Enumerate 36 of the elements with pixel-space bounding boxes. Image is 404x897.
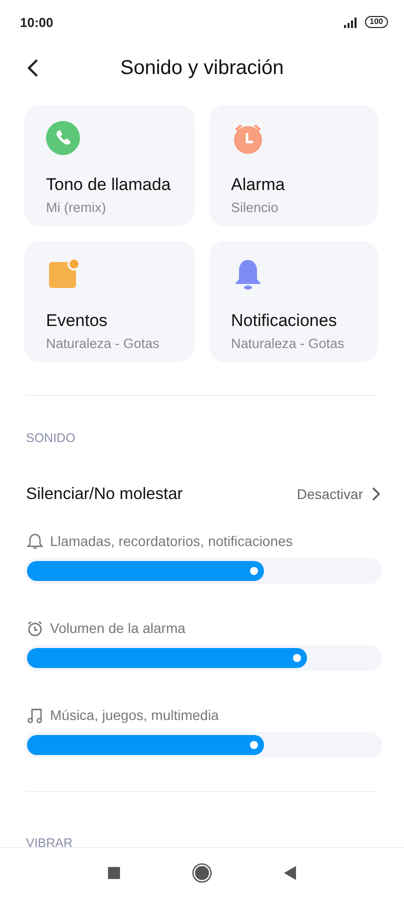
ringtone-card[interactable]: Eventos Naturaleza - Gotas <box>24 241 195 362</box>
slider-label: Llamadas, recordatorios, notificaciones <box>50 533 293 549</box>
volume-slider[interactable] <box>24 558 382 584</box>
card-title: Eventos <box>46 311 108 331</box>
phone-icon <box>46 121 80 155</box>
card-subtitle: Naturaleza - Gotas <box>46 335 160 352</box>
music-note-icon <box>27 706 43 724</box>
bell-icon <box>27 532 43 550</box>
card-title: Notificaciones <box>231 311 337 331</box>
ringtone-card[interactable]: Tono de llamada Mi (remix) <box>24 105 195 226</box>
back-nav-button[interactable] <box>284 866 296 880</box>
card-title: Alarma <box>231 175 285 195</box>
ringtone-card[interactable]: Notificaciones Naturaleza - Gotas <box>209 241 378 362</box>
card-subtitle: Naturaleza - Gotas <box>231 335 344 352</box>
chevron-right-icon <box>372 487 380 501</box>
slider-label: Música, juegos, multimedia <box>50 707 219 723</box>
section-header: SONIDO <box>25 431 76 445</box>
card-subtitle: Silencio <box>231 199 278 216</box>
battery-level: 100 <box>364 16 388 28</box>
slider-label: Volumen de la alarma <box>50 620 186 636</box>
signal-icon <box>344 16 359 28</box>
volume-slider[interactable] <box>24 645 382 671</box>
status-time: 10:00 <box>20 14 54 30</box>
ringtone-card[interactable]: Alarma Silencio <box>209 105 378 226</box>
home-button[interactable] <box>192 862 212 882</box>
row-label: Silenciar/No molestar <box>26 484 183 504</box>
row-value: Desactivar <box>296 486 363 502</box>
page-title: Sonido y vibración <box>120 56 284 80</box>
alarm-clock-icon <box>27 620 43 636</box>
volume-slider[interactable] <box>24 732 382 758</box>
calendar-icon <box>46 257 80 291</box>
card-title: Tono de llamada <box>46 175 171 195</box>
recents-button[interactable] <box>108 866 120 878</box>
section-header: VIBRAR <box>25 836 74 850</box>
card-subtitle: Mi (remix) <box>46 199 106 216</box>
settings-row[interactable]: Silenciar/No molestar Desactivar <box>0 474 404 514</box>
